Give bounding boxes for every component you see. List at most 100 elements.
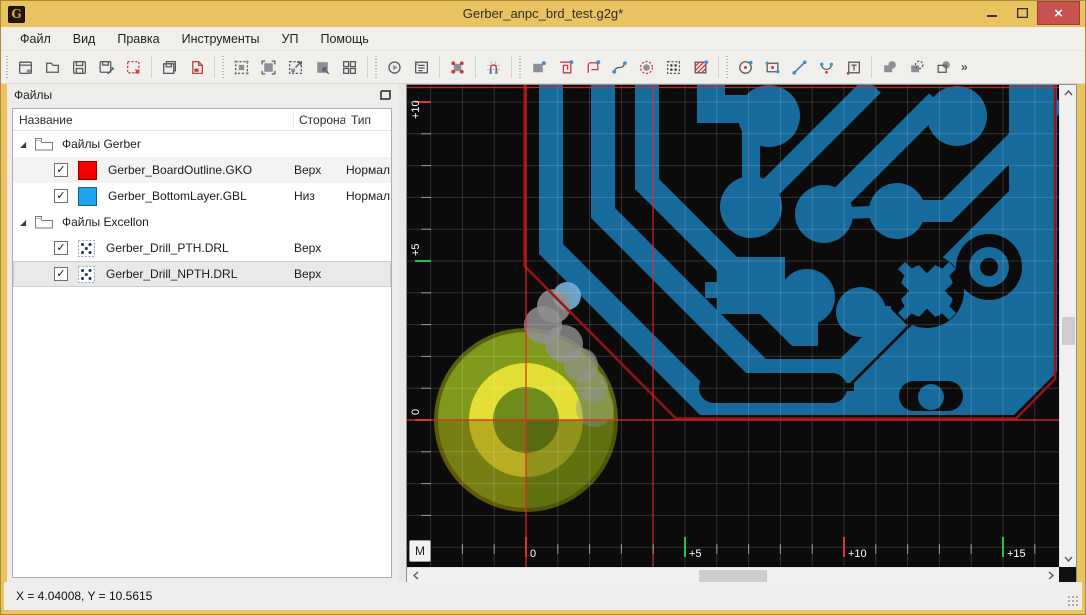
toolbar-grip[interactable] [518,56,523,78]
menu-view[interactable]: Вид [62,29,107,49]
app-window: G Gerber_anpc_brd_test.g2g* × Файл Вид П… [0,0,1086,615]
units-toggle-button[interactable]: M [409,540,431,562]
toolbar-grip[interactable] [5,56,10,78]
column-type[interactable]: Тип [345,112,391,127]
hatch-region-button[interactable] [687,54,714,81]
zoom-extents-button[interactable] [255,54,282,81]
chevron-right-icon [1048,571,1054,580]
polygon-region-button[interactable] [552,54,579,81]
panel-splitter[interactable] [398,84,406,582]
toolbar-grip[interactable] [725,56,730,78]
visibility-checkbox[interactable]: ✓ [54,163,68,177]
save-file-icon [73,60,86,74]
minimize-button[interactable] [977,1,1007,25]
menu-bar: Файл Вид Правка Инструменты УП Помощь [1,27,1085,51]
scroll-right-button[interactable] [1042,568,1059,583]
toolbar-grip[interactable] [221,56,226,78]
zoom-out-selection-icon [289,60,302,74]
vertical-scroll-thumb[interactable] [1062,317,1075,345]
canvas-area: 0 +5 +10 +15 +10 +5 0 M [406,84,1077,583]
menu-edit[interactable]: Правка [106,29,170,49]
files-panel-title: Файлы [14,88,53,102]
draw-text-button[interactable] [840,54,867,81]
file-row-drill-npth[interactable]: ✓ Gerber_Drill_NPTH.DRL Верх [13,261,391,287]
file-side: Верх [294,163,322,177]
scroll-down-button[interactable] [1060,551,1077,567]
resize-grip-icon[interactable] [1067,595,1079,607]
draw-circle-button[interactable] [732,54,759,81]
zoom-in-selection-button[interactable] [309,54,336,81]
snap-magnet-button[interactable] [480,54,507,81]
edit-vertices-icon [451,60,464,74]
scroll-up-button[interactable] [1060,85,1077,101]
save-all-button[interactable] [156,54,183,81]
x-ruler-label-15: +15 [1007,548,1026,560]
zoom-selection-icon [234,59,249,75]
file-side: Верх [294,267,322,281]
toolbar-overflow-button[interactable]: » [957,60,972,74]
menu-cam[interactable]: УП [271,29,310,49]
pcb-canvas[interactable]: 0 +5 +10 +15 +10 +5 0 M [407,85,1059,567]
menu-help[interactable]: Помощь [309,29,379,49]
visibility-checkbox[interactable]: ✓ [54,241,68,255]
save-file-button[interactable] [66,54,93,81]
folder-icon [35,216,53,229]
boolean-intersect-button[interactable] [930,54,957,81]
flash-aperture-button[interactable] [633,54,660,81]
visibility-checkbox[interactable]: ✓ [54,267,68,281]
save-file-as-button[interactable] [93,54,120,81]
column-side[interactable]: Сторона [293,112,346,127]
visibility-checkbox[interactable]: ✓ [54,189,68,203]
tile-windows-icon [343,60,356,74]
new-file-button[interactable] [12,54,39,81]
drill-pattern-button[interactable] [660,54,687,81]
boolean-subtract-button[interactable] [903,54,930,81]
file-row-boardoutline[interactable]: ✓ Gerber_BoardOutline.GKO Верх Нормал... [13,157,391,183]
expander-icon[interactable]: ◢ [20,218,30,227]
zoom-selection-button[interactable] [228,54,255,81]
export-file-button[interactable] [183,54,210,81]
expander-icon[interactable]: ◢ [20,140,30,149]
layer-color-swatch[interactable] [78,186,97,206]
tree-group-excellon[interactable]: ◢ Файлы Excellon [13,209,391,235]
files-panel-header[interactable]: Файлы [7,84,398,106]
boolean-union-button[interactable] [876,54,903,81]
tile-windows-button[interactable] [336,54,363,81]
toolbar-grip[interactable] [374,56,379,78]
float-panel-icon[interactable] [380,90,391,100]
x-ruler-label-10: +10 [848,548,867,560]
flash-aperture-icon [639,60,654,74]
file-row-bottomlayer[interactable]: ✓ Gerber_BottomLayer.GBL Низ Нормал... [13,183,391,209]
close-file-button[interactable] [120,54,147,81]
properties-list-button[interactable] [408,54,435,81]
polygon-rounded-button[interactable] [579,54,606,81]
draw-line-button[interactable] [786,54,813,81]
tree-group-gerber[interactable]: ◢ Файлы Gerber [13,131,391,157]
menu-file[interactable]: Файл [9,29,62,49]
title-bar[interactable]: G Gerber_anpc_brd_test.g2g* × [1,1,1085,27]
scroll-left-button[interactable] [407,568,424,583]
column-name[interactable]: Название [13,113,293,127]
file-tree: Название Сторона Тип ◢ Файлы Gerber ✓ Ge… [12,108,392,578]
zoom-out-selection-button[interactable] [282,54,309,81]
maximize-button[interactable] [1007,1,1037,25]
horizontal-scroll-thumb[interactable] [699,570,767,582]
horizontal-scrollbar[interactable] [407,567,1059,583]
draw-arc-button[interactable] [813,54,840,81]
draw-rectangle-button[interactable] [759,54,786,81]
file-row-drill-pth[interactable]: ✓ Gerber_Drill_PTH.DRL Верх [13,235,391,261]
files-panel: Файлы Название Сторона Тип ◢ Файлы Gerbe… [7,84,398,582]
layer-color-swatch[interactable] [78,160,97,180]
y-ruler-label-5: +5 [410,243,422,256]
draw-path-button[interactable] [606,54,633,81]
menu-tools[interactable]: Инструменты [171,29,271,49]
file-side: Низ [294,189,315,203]
edit-vertices-button[interactable] [444,54,471,81]
properties-list-icon [415,61,428,73]
tree-column-headers[interactable]: Название Сторона Тип [13,109,391,131]
aperture-pad-button[interactable] [525,54,552,81]
open-file-button[interactable] [39,54,66,81]
vertical-scrollbar[interactable] [1059,85,1076,567]
close-button[interactable]: × [1037,1,1080,25]
run-settings-button[interactable] [381,54,408,81]
